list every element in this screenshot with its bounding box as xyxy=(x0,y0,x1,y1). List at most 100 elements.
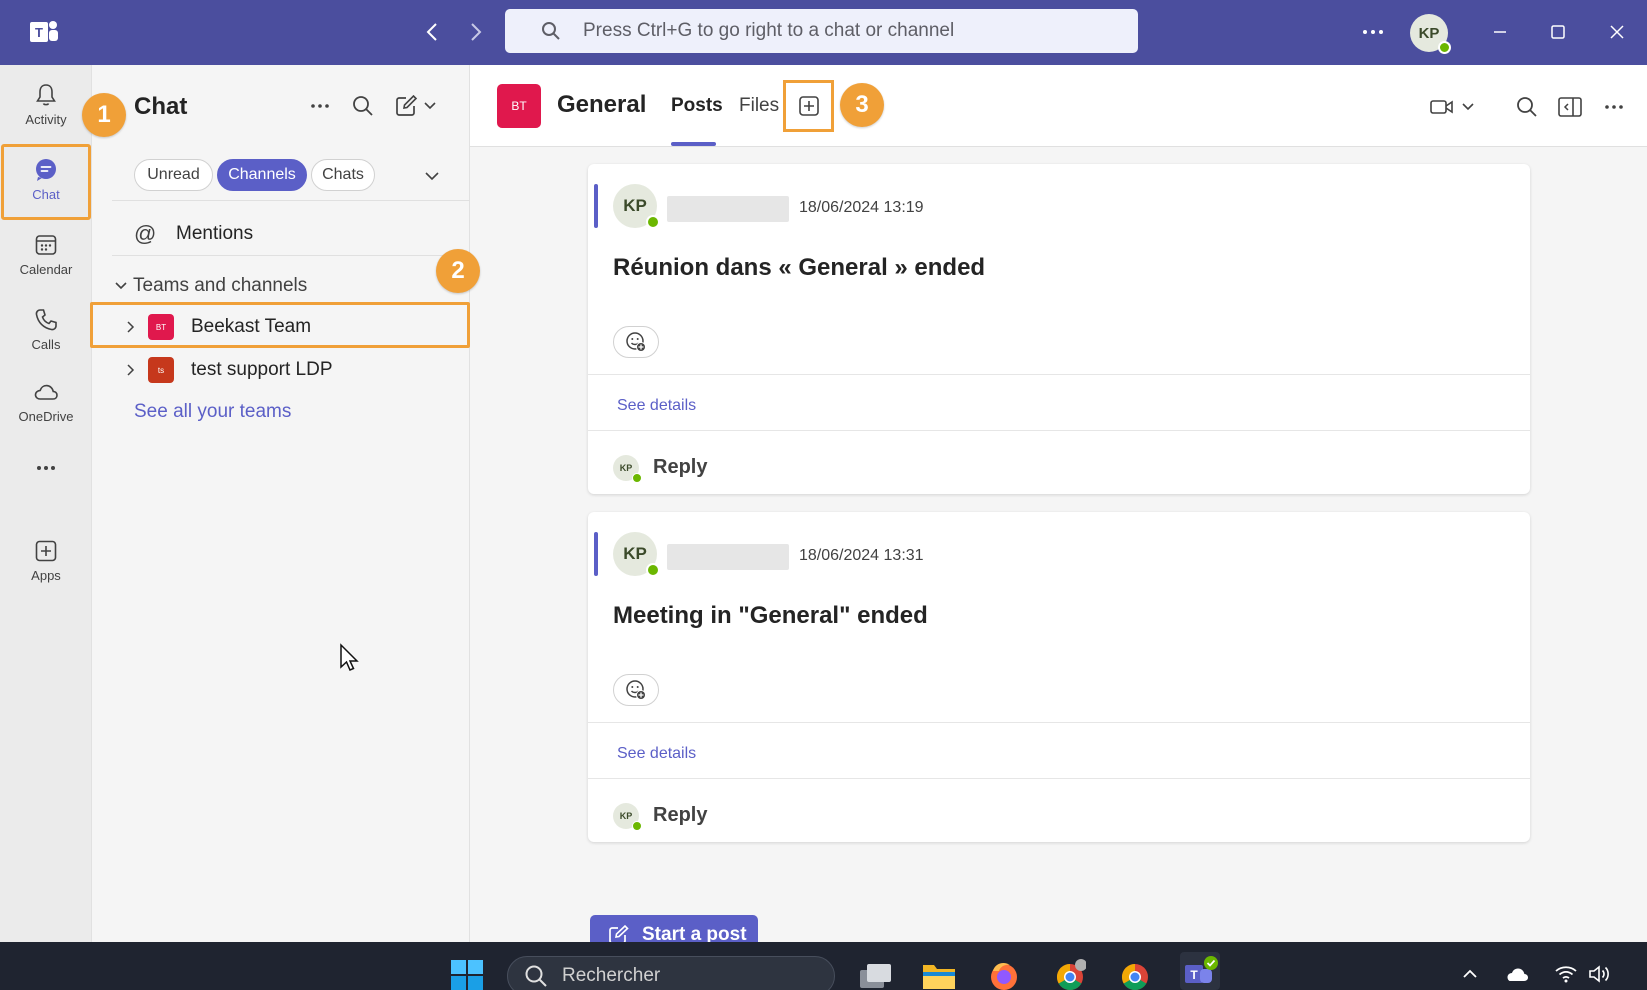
svg-text:T: T xyxy=(1190,968,1198,982)
reply-avatar: KP xyxy=(613,803,642,831)
search-icon[interactable] xyxy=(349,92,377,120)
step-badge-2: 2 xyxy=(436,249,480,293)
chrome-profile-icon[interactable] xyxy=(1115,960,1155,990)
post-timestamp: 18/06/2024 13:31 xyxy=(799,547,924,564)
file-explorer-icon[interactable] xyxy=(919,960,959,990)
rail-label: Activity xyxy=(25,112,67,127)
profile-avatar[interactable]: KP xyxy=(1410,14,1451,54)
windows-start-icon[interactable] xyxy=(447,960,487,990)
mentions-item[interactable]: @ Mentions xyxy=(134,217,253,251)
filter-unread[interactable]: Unread xyxy=(134,159,213,191)
post-message: Meeting in "General" ended xyxy=(613,602,928,629)
reply-button[interactable]: Reply xyxy=(653,804,707,827)
chevron-right-icon[interactable] xyxy=(120,364,142,376)
emoji-add-icon xyxy=(625,331,647,353)
mouse-cursor-icon xyxy=(339,643,361,673)
firefox-icon[interactable] xyxy=(984,960,1024,990)
channel-header: BT General Posts Files xyxy=(470,65,1647,147)
svg-text:T: T xyxy=(35,25,43,40)
forward-arrow-icon[interactable] xyxy=(461,18,491,46)
close-icon[interactable] xyxy=(1601,16,1633,48)
highlight-team xyxy=(90,302,470,348)
see-details-link[interactable]: See details xyxy=(617,745,696,763)
reply-initials: KP xyxy=(619,463,633,473)
filter-channels[interactable]: Channels xyxy=(217,159,307,191)
add-tab-button[interactable] xyxy=(783,80,834,132)
taskbar-search-placeholder: Rechercher xyxy=(562,965,661,986)
see-details-link[interactable]: See details xyxy=(617,397,696,415)
more-icon xyxy=(32,454,60,485)
rail-label: Calendar xyxy=(19,262,73,277)
author-avatar[interactable]: KP xyxy=(613,184,660,229)
posts-feed: KP 18/06/2024 13:19 Réunion dans « Gener… xyxy=(470,148,1647,955)
filter-chats[interactable]: Chats xyxy=(311,159,375,191)
divider xyxy=(112,255,470,256)
search-icon xyxy=(508,964,562,988)
rail-item-calls[interactable]: Calls xyxy=(0,294,92,364)
more-options-icon[interactable] xyxy=(1600,93,1628,121)
team-name: test support LDP xyxy=(191,359,333,380)
chevron-up-icon[interactable] xyxy=(1456,962,1484,986)
channel-title: General xyxy=(557,91,647,118)
highlight-chat xyxy=(1,144,91,220)
section-title: Teams and channels xyxy=(133,275,308,296)
phone-icon xyxy=(32,306,60,337)
add-reaction-button[interactable] xyxy=(613,674,659,706)
rail-item-more[interactable] xyxy=(0,444,92,494)
team-item-test-support[interactable]: ts test support LDP xyxy=(112,351,462,389)
onedrive-cloud-icon[interactable] xyxy=(1503,962,1531,986)
author-initials: KP xyxy=(623,196,647,215)
meet-button[interactable] xyxy=(1428,93,1476,121)
teams-taskbar-icon[interactable]: T xyxy=(1180,952,1220,990)
search-icon[interactable] xyxy=(1513,93,1541,121)
rail-item-onedrive[interactable]: OneDrive xyxy=(0,366,92,436)
bell-icon xyxy=(32,81,60,112)
add-reaction-button[interactable] xyxy=(613,326,659,358)
rail-label: Apps xyxy=(31,568,61,583)
see-all-teams-link[interactable]: See all your teams xyxy=(134,401,291,423)
maximize-icon[interactable] xyxy=(1542,16,1574,48)
author-avatar[interactable]: KP xyxy=(613,532,660,577)
task-view-icon[interactable] xyxy=(854,960,894,990)
tab-posts[interactable]: Posts xyxy=(671,95,723,117)
new-chat-button[interactable] xyxy=(392,92,438,120)
chevron-down-icon xyxy=(423,102,436,110)
minimize-icon[interactable] xyxy=(1484,16,1516,48)
chrome-icon[interactable] xyxy=(1050,959,1090,990)
post-card: KP 18/06/2024 13:31 Meeting in "General"… xyxy=(588,512,1530,842)
profile-initials: KP xyxy=(1418,24,1440,42)
wifi-icon[interactable] xyxy=(1552,962,1580,986)
cloud-icon xyxy=(32,378,60,409)
open-panel-icon[interactable] xyxy=(1556,93,1584,121)
more-options-icon[interactable] xyxy=(1358,20,1388,44)
plus-icon xyxy=(798,95,820,117)
global-search-input[interactable] xyxy=(583,20,1123,42)
windows-taskbar: Rechercher T xyxy=(0,942,1647,990)
reply-initials: KP xyxy=(619,811,633,821)
teams-section-header[interactable]: Teams and channels xyxy=(115,273,307,299)
post-card: KP 18/06/2024 13:19 Réunion dans « Gener… xyxy=(588,164,1530,494)
volume-icon[interactable] xyxy=(1586,962,1614,986)
rail-label: OneDrive xyxy=(18,409,74,424)
rail-item-apps[interactable]: Apps xyxy=(0,525,92,595)
at-sign-icon: @ xyxy=(134,221,157,246)
post-accent-bar xyxy=(594,184,598,228)
tab-files[interactable]: Files xyxy=(739,95,779,117)
more-options-icon[interactable] xyxy=(306,92,334,120)
chevron-down-icon xyxy=(1462,103,1474,111)
emoji-add-icon xyxy=(625,679,647,701)
rail-item-calendar[interactable]: Calendar xyxy=(0,219,92,289)
reply-avatar: KP xyxy=(613,455,642,483)
reply-button[interactable]: Reply xyxy=(653,456,707,479)
author-initials: KP xyxy=(623,544,647,563)
back-arrow-icon[interactable] xyxy=(417,18,447,46)
post-accent-bar xyxy=(594,532,598,576)
rail-item-activity[interactable]: Activity xyxy=(0,69,92,139)
chevron-down-icon[interactable] xyxy=(418,162,446,190)
taskbar-search[interactable]: Rechercher xyxy=(507,956,835,990)
post-message: Réunion dans « General » ended xyxy=(613,254,986,281)
step-badge-1: 1 xyxy=(82,93,126,137)
divider xyxy=(588,430,1530,431)
global-search[interactable] xyxy=(505,9,1138,53)
video-camera-icon xyxy=(1430,98,1454,116)
